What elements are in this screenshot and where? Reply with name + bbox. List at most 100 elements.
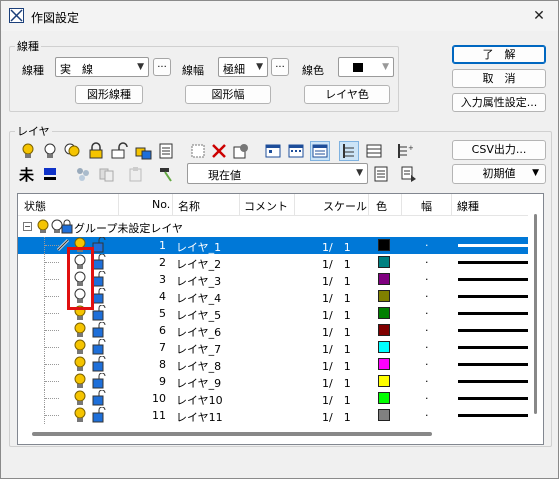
layer-no: 8: [159, 358, 166, 371]
layer-line-type[interactable]: [458, 244, 528, 247]
lock-toggle-icon[interactable]: [134, 142, 152, 160]
layer-color-swatch[interactable]: [378, 409, 390, 421]
table-row[interactable]: 4 レイヤ_4 1/ 1 ·: [18, 287, 528, 305]
horizontal-scroll-thumb[interactable]: [32, 432, 432, 436]
table-row[interactable]: 7 レイヤ_7 1/ 1 ·: [18, 338, 528, 356]
bulb-toggle-icon[interactable]: [63, 142, 81, 160]
layer-color-swatch[interactable]: [378, 392, 390, 404]
table-row[interactable]: 2 レイヤ_2 1/ 1 ·: [18, 253, 528, 271]
apply-list-icon[interactable]: [372, 165, 390, 183]
layer-line-type[interactable]: [458, 380, 528, 383]
column-comment[interactable]: コメント: [244, 198, 288, 214]
properties-icon[interactable]: [232, 142, 250, 160]
line-color-label: 線色: [302, 64, 324, 77]
bulb-on-icon[interactable]: [73, 407, 87, 426]
view-large-icon[interactable]: [264, 142, 282, 160]
column-line-type[interactable]: 線種: [457, 198, 479, 214]
column-separator[interactable]: [172, 194, 173, 216]
column-separator[interactable]: [239, 194, 240, 216]
layer-color-swatch[interactable]: [378, 290, 390, 302]
column-separator[interactable]: [118, 194, 119, 216]
layer-color-button[interactable]: レイヤ色: [304, 85, 390, 104]
layer-color-swatch[interactable]: [378, 324, 390, 336]
layer-line-type[interactable]: [458, 363, 528, 366]
view-small-icon[interactable]: [287, 142, 305, 160]
table-row[interactable]: 9 レイヤ_9 1/ 1 ·: [18, 372, 528, 390]
column-separator[interactable]: [451, 194, 452, 216]
hammer-icon[interactable]: [157, 165, 175, 183]
layer-width: ·: [425, 290, 429, 303]
unlock-icon[interactable]: [92, 406, 106, 426]
input-attribute-settings-button[interactable]: 入力属性設定...: [452, 93, 546, 112]
layer-line-type[interactable]: [458, 261, 528, 264]
line-color-select[interactable]: ▼: [338, 57, 394, 77]
figure-width-button[interactable]: 図形幅: [185, 85, 271, 104]
line-width-select[interactable]: 極細 ▼: [218, 57, 268, 77]
table-row[interactable]: 11 レイヤ11 1/ 1 ·: [18, 406, 528, 426]
initial-value-button[interactable]: 初期値 ▼: [452, 164, 546, 184]
table-row[interactable]: 8 レイヤ_8 1/ 1 ·: [18, 355, 528, 373]
tree-view-icon[interactable]: [339, 141, 359, 161]
table-row[interactable]: 10 レイヤ10 1/ 1 ·: [18, 389, 528, 407]
table-row[interactable]: 3 レイヤ_3 1/ 1 ·: [18, 270, 528, 288]
layer-line-type[interactable]: [458, 346, 528, 349]
bulb-off-icon[interactable]: [41, 142, 59, 160]
line-width-more-button[interactable]: ...: [271, 58, 289, 76]
column-name[interactable]: 名称: [178, 198, 200, 214]
layer-line-type[interactable]: [458, 397, 528, 400]
csv-output-button[interactable]: CSV出力...: [452, 140, 546, 160]
vertical-scroll-thumb[interactable]: [534, 214, 537, 414]
layer-color-swatch[interactable]: [378, 375, 390, 387]
unassigned-icon[interactable]: 未: [19, 164, 34, 185]
layer-color-swatch[interactable]: [378, 239, 390, 251]
figure-line-type-button[interactable]: 図形線種: [75, 85, 143, 104]
layer-line-type[interactable]: [458, 295, 528, 298]
table-row[interactable]: 6 レイヤ_6 1/ 1 ·: [18, 321, 528, 339]
color-block-icon[interactable]: [41, 165, 59, 183]
layer-color-swatch[interactable]: [378, 256, 390, 268]
column-scale[interactable]: スケール: [323, 198, 367, 214]
line-type-select[interactable]: 実 線 ▼: [55, 57, 149, 77]
table-row[interactable]: 1 レイヤ_1 1/ 1 ·: [18, 236, 528, 254]
line-type-more-button[interactable]: ...: [153, 58, 171, 76]
lock-icon[interactable]: [87, 142, 105, 160]
layer-line-type[interactable]: [458, 329, 528, 332]
collapse-icon[interactable]: −: [23, 222, 32, 231]
layer-color-swatch[interactable]: [378, 341, 390, 353]
column-width[interactable]: 幅: [421, 198, 432, 214]
layer-line-type[interactable]: [458, 414, 528, 417]
layer-line-type[interactable]: [458, 312, 528, 315]
column-separator[interactable]: [368, 194, 369, 216]
line-width-value: 極細: [223, 63, 245, 76]
table-view-icon[interactable]: [365, 142, 383, 160]
chevron-down-icon: ▼: [382, 62, 389, 72]
layer-scale: 1/ 1: [322, 275, 351, 288]
initial-value-label: 初期値: [482, 167, 516, 180]
layer-no: 9: [159, 375, 166, 388]
view-detail-icon[interactable]: [310, 141, 330, 161]
unlock-icon[interactable]: [110, 142, 128, 160]
ok-button[interactable]: 了 解: [452, 45, 546, 64]
close-icon[interactable]: ✕: [520, 1, 558, 31]
layer-color-swatch[interactable]: [378, 307, 390, 319]
column-separator[interactable]: [294, 194, 295, 216]
group-row[interactable]: − グループ未設定レイヤ: [18, 218, 528, 235]
layer-width: ·: [425, 358, 429, 371]
cancel-button[interactable]: 取 消: [452, 69, 546, 88]
expand-tree-icon[interactable]: +: [395, 142, 414, 160]
column-status[interactable]: 状態: [24, 198, 46, 214]
bulb-on-icon[interactable]: [19, 142, 37, 160]
apply-all-icon[interactable]: [400, 165, 418, 183]
layer-color-swatch[interactable]: [378, 358, 390, 370]
layer-list-icon[interactable]: [157, 142, 175, 160]
column-separator[interactable]: [401, 194, 402, 216]
column-no[interactable]: No.: [152, 198, 170, 211]
column-color[interactable]: 色: [376, 198, 387, 214]
new-layer-icon[interactable]: [189, 142, 207, 160]
delete-icon[interactable]: [210, 142, 228, 160]
table-row[interactable]: 5 レイヤ_5 1/ 1 ·: [18, 304, 528, 322]
layer-color-swatch[interactable]: [378, 273, 390, 285]
current-value-select[interactable]: 現在値 ▼: [187, 163, 368, 184]
layer-line-type[interactable]: [458, 278, 528, 281]
vertical-scrollbar[interactable]: [529, 214, 543, 424]
